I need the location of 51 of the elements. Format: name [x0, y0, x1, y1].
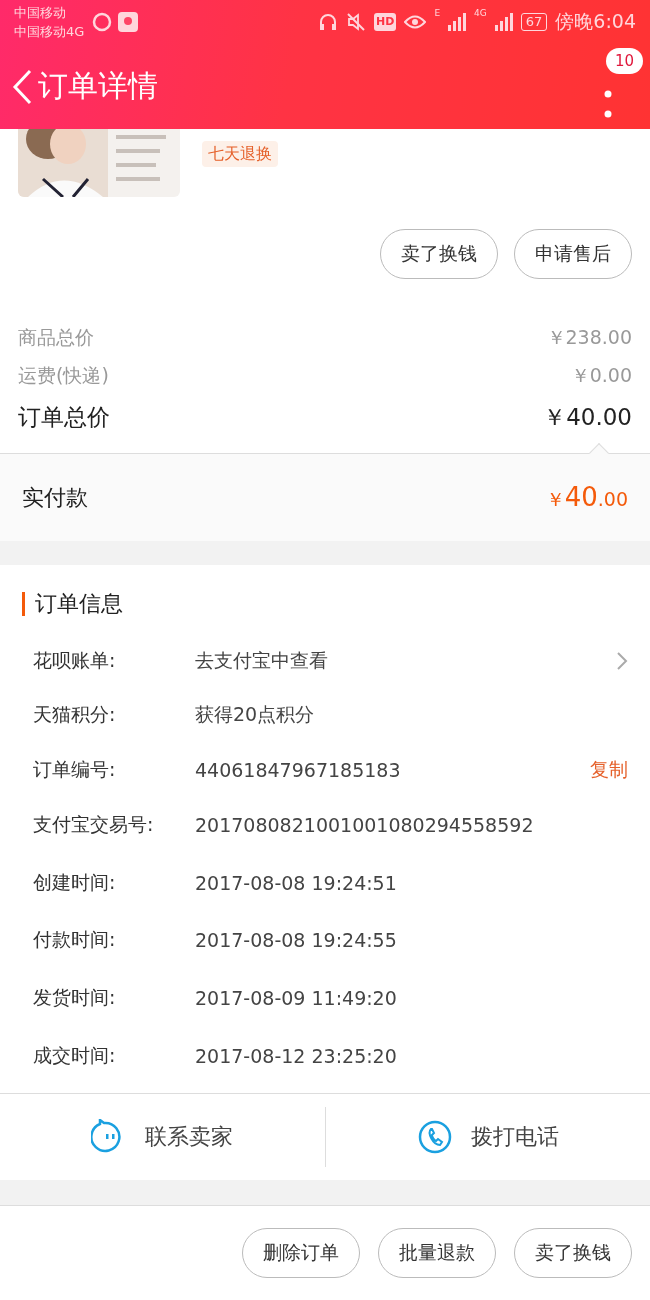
info-value: 44061847967185183 [195, 759, 402, 782]
info-label: 发货时间: [33, 985, 117, 1010]
app-notification-icon [92, 11, 139, 33]
status-time: 傍晚6:04 [555, 9, 636, 34]
paid-label: 实付款 [22, 483, 88, 512]
network-type-label: 4G [474, 8, 487, 18]
info-value: 2017-08-08 19:24:51 [195, 871, 398, 894]
info-label: 成交时间: [33, 1042, 117, 1068]
info-label: 付款时间: [33, 927, 117, 953]
price-label: 商品总价 [18, 325, 94, 351]
chevron-right-icon[interactable] [616, 650, 628, 671]
hd-badge: HD [374, 13, 397, 31]
info-label: 花呗账单: [33, 647, 117, 673]
back-icon[interactable] [12, 68, 32, 105]
info-label: 创建时间: [33, 869, 117, 895]
carrier-name: 中国移动4G [14, 23, 85, 41]
signal-icon [494, 13, 513, 31]
action-button[interactable]: 卖了换钱 [380, 229, 498, 280]
price-value: ￥40.00 [543, 402, 632, 432]
copy-button[interactable]: 复制 [590, 757, 628, 784]
action-button[interactable]: 申请售后 [514, 229, 632, 280]
page-title: 订单详情 [38, 67, 158, 106]
action-button[interactable]: 删除订单 [242, 1228, 360, 1278]
info-value: 2017080821001001080294558592 [195, 813, 535, 836]
network-type-label: E [434, 8, 441, 18]
info-value: 获得20点积分 [195, 702, 316, 728]
info-label: 订单编号: [33, 757, 117, 783]
action-button[interactable]: 批量退款 [378, 1228, 496, 1278]
price-value: ￥238.00 [546, 325, 632, 351]
info-value: 2017-08-12 23:25:20 [195, 1044, 398, 1067]
info-label: 天猫积分: [33, 702, 117, 728]
info-label: 支付宝交易号: [33, 811, 155, 837]
price-label: 订单总价 [18, 402, 110, 432]
carrier-name: 中国移动 [14, 4, 67, 22]
eye-icon [404, 14, 427, 30]
battery-level: 67 [520, 13, 548, 31]
headphone-icon [318, 12, 339, 32]
info-value: 去支付宝中查看 [195, 647, 329, 673]
paid-amount: ￥40.00 [545, 482, 628, 514]
more-icon[interactable] [604, 90, 612, 118]
mute-icon [346, 12, 367, 32]
price-label: 运费(快递) [18, 363, 109, 389]
return-policy-tag: 七天退换 [202, 141, 278, 168]
info-value: 2017-08-09 11:49:20 [195, 987, 398, 1009]
action-button[interactable]: 卖了换钱 [514, 1228, 632, 1278]
section-title: 订单信息 [35, 589, 123, 618]
message-count-badge: 10 [605, 48, 643, 74]
phone-icon [416, 1118, 453, 1155]
signal-icon [448, 13, 467, 31]
info-value: 2017-08-08 19:24:55 [195, 929, 398, 952]
price-value: ￥0.00 [570, 363, 632, 389]
